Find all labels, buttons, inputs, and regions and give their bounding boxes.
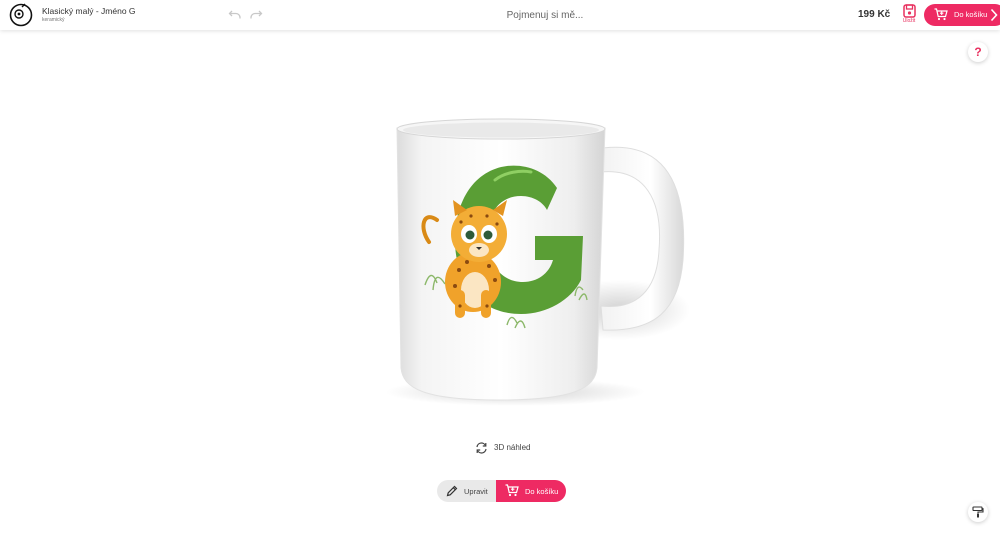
chevron-right-icon xyxy=(990,8,998,22)
action-buttons: Upravit Do košíku xyxy=(437,480,566,502)
product-title: Klasický malý - Jméno G xyxy=(42,6,136,16)
redo-icon[interactable] xyxy=(249,7,263,21)
help-icon[interactable]: ? xyxy=(968,42,988,62)
cart-label: Do košíku xyxy=(525,487,559,496)
price-label: 199 Kč xyxy=(858,9,891,20)
cart-icon xyxy=(934,8,948,21)
save-icon xyxy=(902,4,916,18)
paint-roller-icon[interactable] xyxy=(968,502,988,522)
add-to-cart-top-button[interactable]: Do košíku xyxy=(924,4,1000,26)
save-label: Uložit xyxy=(902,18,916,24)
rotate-3d-icon xyxy=(476,442,487,454)
cart-top-label: Do košíku xyxy=(954,10,988,19)
cart-icon xyxy=(505,484,519,497)
add-to-cart-button[interactable]: Do košíku xyxy=(496,480,566,502)
edit-button[interactable]: Upravit xyxy=(437,480,496,502)
top-bar: Klasický malý - Jméno G keramický 199 Kč… xyxy=(0,0,1000,30)
undo-icon[interactable] xyxy=(228,7,242,21)
preview-3d-label: 3D náhled xyxy=(494,443,531,452)
edit-label: Upravit xyxy=(464,487,488,496)
product-name-input[interactable] xyxy=(470,7,620,23)
pencil-icon xyxy=(446,485,458,497)
product-subtitle: keramický xyxy=(42,17,65,23)
save-button[interactable]: Uložit xyxy=(898,4,920,28)
logo-icon[interactable] xyxy=(9,3,33,27)
mug-preview-image xyxy=(375,110,705,410)
